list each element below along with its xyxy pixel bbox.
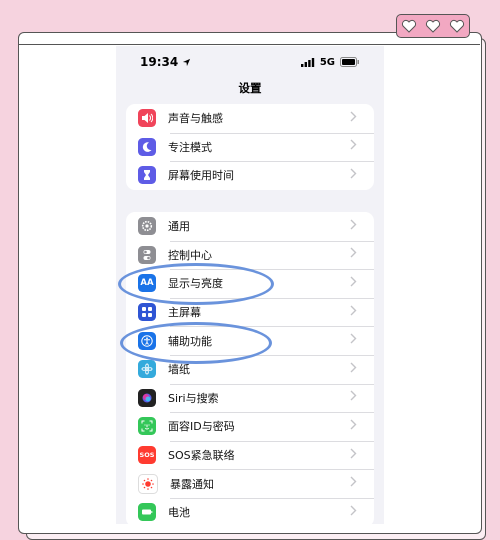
toggles-icon (138, 245, 156, 264)
settings-row-speaker[interactable]: 声音与触感 (126, 104, 374, 133)
settings-row-accessibility[interactable]: 辅助功能 (126, 326, 374, 355)
settings-row-sos[interactable]: SOS SOS紧急联络 (126, 440, 374, 470)
chevron-right-icon (350, 505, 364, 520)
sos-icon: SOS (138, 446, 156, 465)
settings-row-siri[interactable]: Siri与搜索 (126, 383, 374, 413)
chevron-right-icon (350, 139, 364, 154)
settings-row-label: 声音与触感 (168, 112, 223, 126)
settings-row-label: 辅助功能 (168, 334, 212, 348)
exposure-icon (138, 473, 158, 494)
settings-row-label: 主屏幕 (168, 306, 201, 320)
chevron-right-icon (350, 362, 364, 377)
settings-group-top: 声音与触感专注模式屏幕使用时间 (126, 104, 374, 190)
settings-row-label: 墙纸 (168, 363, 190, 377)
settings-row-toggles[interactable]: 控制中心 (126, 240, 374, 270)
chevron-right-icon (350, 333, 364, 348)
chevron-right-icon (350, 276, 364, 291)
settings-row-label: 专注模式 (168, 140, 212, 154)
grid-icon (138, 303, 156, 322)
chevron-right-icon (350, 390, 364, 405)
settings-row-exposure[interactable]: 暴露通知 (126, 469, 374, 498)
siri-icon (138, 388, 156, 407)
location-arrow-icon (183, 58, 191, 66)
gear-icon (138, 217, 156, 236)
settings-row-hourglass[interactable]: 屏幕使用时间 (126, 161, 374, 190)
phone-screen: 19:34 5G 设置 声音与触感专注模式屏幕使用时间 通用控制中心 AA 显示与亮… (116, 46, 384, 524)
settings-row-grid[interactable]: 主屏幕 (126, 297, 374, 327)
battery-status-icon (340, 57, 359, 67)
hearts-badge (396, 14, 470, 38)
moon-icon (138, 137, 156, 156)
settings-row-label: 显示与亮度 (168, 277, 223, 291)
text-size-icon: AA (138, 274, 156, 293)
heart-icon (401, 19, 417, 33)
settings-row-label: 电池 (168, 506, 190, 520)
settings-row-label: 控制中心 (168, 248, 212, 262)
settings-row-moon[interactable]: 专注模式 (126, 132, 374, 162)
settings-row-label: 暴露通知 (170, 477, 214, 491)
status-bar: 19:34 5G (116, 46, 384, 78)
chevron-right-icon (350, 219, 364, 234)
heart-icon (425, 19, 441, 33)
settings-row-text-size[interactable]: AA 显示与亮度 (126, 269, 374, 298)
settings-row-gear[interactable]: 通用 (126, 212, 374, 241)
chevron-right-icon (350, 111, 364, 126)
network-label: 5G (319, 56, 335, 68)
settings-group-main: 通用 控制中心 AA 显示与亮度 主屏幕 辅助功能 墙纸 Siri与搜索 面容ID与密码 SOS S… (126, 212, 374, 524)
settings-row-label: 通用 (168, 220, 190, 234)
cellular-signal-icon (300, 57, 315, 67)
accessibility-icon (138, 331, 156, 350)
chevron-right-icon (350, 247, 364, 262)
battery-icon (138, 503, 156, 522)
flower-icon (138, 360, 156, 379)
chevron-right-icon (350, 476, 364, 491)
face-id-icon (138, 417, 156, 436)
hourglass-icon (138, 166, 156, 185)
status-time: 19:34 (140, 55, 179, 69)
settings-row-face-id[interactable]: 面容ID与密码 (126, 412, 374, 441)
settings-row-label: Siri与搜索 (168, 391, 219, 405)
settings-row-label: 屏幕使用时间 (168, 169, 234, 183)
chevron-right-icon (350, 168, 364, 183)
chevron-right-icon (350, 448, 364, 463)
settings-row-label: SOS紧急联络 (168, 449, 235, 463)
chevron-right-icon (350, 305, 364, 320)
heart-icon (449, 19, 465, 33)
settings-row-label: 面容ID与密码 (168, 420, 235, 434)
speaker-icon (138, 109, 156, 128)
settings-row-battery[interactable]: 电池 (126, 497, 374, 524)
page-title: 设置 (238, 81, 262, 95)
settings-row-flower[interactable]: 墙纸 (126, 354, 374, 384)
chevron-right-icon (350, 419, 364, 434)
